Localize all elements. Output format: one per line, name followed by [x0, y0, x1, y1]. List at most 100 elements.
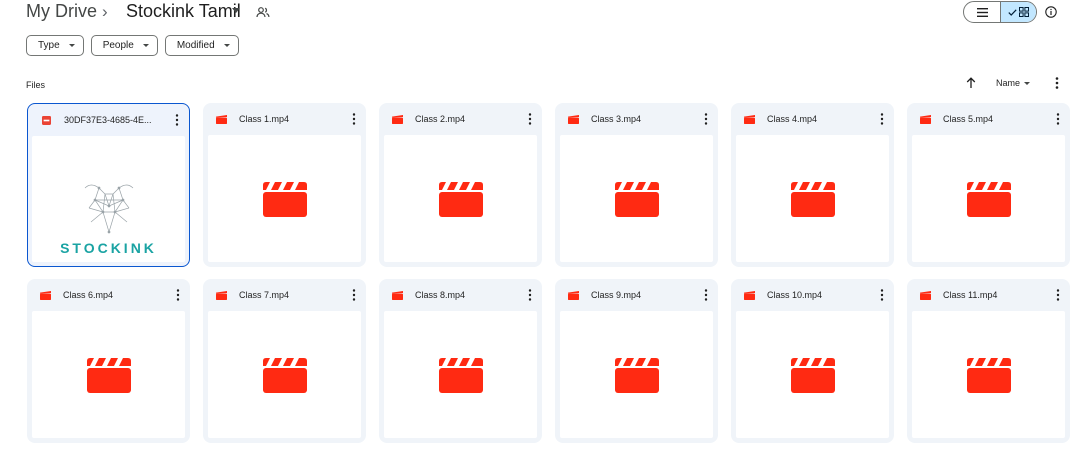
pdf-file-icon: [42, 115, 51, 125]
breadcrumb-my-drive[interactable]: My Drive: [26, 1, 97, 22]
file-card-header[interactable]: Class 5.mp4: [907, 103, 1070, 135]
file-name: Class 4.mp4: [767, 114, 818, 124]
file-name: Class 6.mp4: [63, 290, 114, 300]
file-card-header[interactable]: Class 4.mp4: [731, 103, 894, 135]
chevron-down-icon: [142, 44, 149, 47]
grid-view-button[interactable]: [1000, 2, 1036, 22]
video-file-icon: [40, 290, 51, 300]
info-icon[interactable]: [1045, 6, 1057, 18]
file-card-video[interactable]: Class 10.mp4: [731, 279, 894, 443]
sort-chevron-down-icon[interactable]: [1024, 82, 1030, 85]
filter-modified-chip[interactable]: Modified: [164, 35, 239, 56]
file-card-header[interactable]: Class 6.mp4: [27, 279, 190, 311]
video-thumbnail-icon: [614, 181, 659, 217]
file-card-pdf[interactable]: 30DF37E3-4685-4E... STOCKINK: [27, 103, 190, 267]
file-card-video[interactable]: Class 2.mp4: [379, 103, 542, 267]
file-card-header[interactable]: Class 8.mp4: [379, 279, 542, 311]
file-card-video[interactable]: Class 3.mp4: [555, 103, 718, 267]
list-view-button[interactable]: [964, 2, 1000, 22]
file-thumbnail[interactable]: [560, 135, 713, 262]
file-card-video[interactable]: Class 8.mp4: [379, 279, 542, 443]
file-card-header[interactable]: Class 9.mp4: [555, 279, 718, 311]
file-thumbnail[interactable]: [912, 311, 1065, 438]
section-title-files: Files: [26, 80, 46, 90]
list-view-icon: [976, 7, 988, 17]
file-thumbnail[interactable]: [208, 135, 361, 262]
video-thumbnail-icon: [262, 181, 307, 217]
file-thumbnail[interactable]: [736, 311, 889, 438]
more-vert-icon[interactable]: [702, 112, 710, 126]
file-thumbnail[interactable]: [384, 311, 537, 438]
thumbnail-logo-text: STOCKINK: [60, 240, 157, 256]
more-vert-icon[interactable]: [350, 288, 358, 302]
file-card-header[interactable]: Class 3.mp4: [555, 103, 718, 135]
file-name: Class 3.mp4: [591, 114, 642, 124]
video-file-icon: [216, 290, 227, 300]
filter-type-chip[interactable]: Type: [26, 35, 84, 56]
breadcrumb-current-folder[interactable]: Stockink Tamil: [126, 1, 241, 22]
file-card-header[interactable]: Class 11.mp4: [907, 279, 1070, 311]
more-vert-icon[interactable]: [526, 288, 534, 302]
more-vert-icon[interactable]: [702, 288, 710, 302]
video-file-icon: [392, 114, 403, 124]
file-name: Class 10.mp4: [767, 290, 823, 300]
file-thumbnail[interactable]: [384, 135, 537, 262]
more-vert-icon[interactable]: [1054, 112, 1062, 126]
more-vert-icon[interactable]: [878, 112, 886, 126]
file-card-video[interactable]: Class 4.mp4: [731, 103, 894, 267]
file-thumbnail[interactable]: [32, 311, 185, 438]
more-options-icon[interactable]: [1052, 76, 1062, 90]
file-card-video[interactable]: Class 5.mp4: [907, 103, 1070, 267]
file-card-video[interactable]: Class 6.mp4: [27, 279, 190, 443]
file-thumbnail[interactable]: STOCKINK: [32, 136, 185, 262]
video-thumbnail-icon: [790, 357, 835, 393]
file-name: Class 8.mp4: [415, 290, 466, 300]
video-thumbnail-icon: [790, 181, 835, 217]
file-card-header[interactable]: 30DF37E3-4685-4E...: [28, 104, 189, 136]
filter-modified-label: Modified: [176, 40, 215, 51]
header: My Drive › Stockink Tamil: [0, 0, 1083, 28]
more-vert-icon[interactable]: [878, 288, 886, 302]
file-card-video[interactable]: Class 1.mp4: [203, 103, 366, 267]
file-grid: 30DF37E3-4685-4E... STOCKINK Class 1.mp4 Cl…: [27, 103, 1070, 443]
file-thumbnail[interactable]: [208, 311, 361, 438]
file-thumbnail[interactable]: [912, 135, 1065, 262]
file-card-header[interactable]: Class 2.mp4: [379, 103, 542, 135]
file-card-header[interactable]: Class 7.mp4: [203, 279, 366, 311]
bull-logo-image: [84, 184, 133, 234]
sort-direction-arrow-icon[interactable]: [966, 77, 976, 89]
file-card-video[interactable]: Class 7.mp4: [203, 279, 366, 443]
file-name: Class 9.mp4: [591, 290, 642, 300]
sort-by-name-button[interactable]: Name: [996, 78, 1020, 88]
video-file-icon: [920, 290, 931, 300]
breadcrumb-separator: ›: [102, 2, 108, 21]
more-vert-icon[interactable]: [174, 288, 182, 302]
video-thumbnail-icon: [966, 357, 1011, 393]
file-name: Class 1.mp4: [239, 114, 290, 124]
file-card-header[interactable]: Class 10.mp4: [731, 279, 894, 311]
video-file-icon: [744, 290, 755, 300]
chevron-down-icon: [223, 44, 230, 47]
filter-people-label: People: [102, 40, 134, 51]
video-thumbnail-icon: [86, 357, 131, 393]
video-thumbnail-icon: [614, 357, 659, 393]
view-toggle: [963, 1, 1037, 23]
file-thumbnail[interactable]: [560, 311, 713, 438]
video-file-icon: [920, 114, 931, 124]
folder-menu-caret-icon[interactable]: [232, 8, 240, 13]
file-name: Class 7.mp4: [239, 290, 290, 300]
file-card-video[interactable]: Class 11.mp4: [907, 279, 1070, 443]
more-vert-icon[interactable]: [1054, 288, 1062, 302]
file-card-video[interactable]: Class 9.mp4: [555, 279, 718, 443]
shared-folder-icon[interactable]: [256, 6, 270, 18]
more-vert-icon[interactable]: [350, 112, 358, 126]
video-thumbnail-icon: [438, 181, 483, 217]
checkmark-icon: [1008, 8, 1017, 16]
video-thumbnail-icon: [262, 357, 307, 393]
file-thumbnail[interactable]: [736, 135, 889, 262]
filter-type-label: Type: [38, 40, 60, 51]
more-vert-icon[interactable]: [173, 113, 181, 127]
filter-people-chip[interactable]: People: [90, 35, 158, 56]
file-card-header[interactable]: Class 1.mp4: [203, 103, 366, 135]
more-vert-icon[interactable]: [526, 112, 534, 126]
